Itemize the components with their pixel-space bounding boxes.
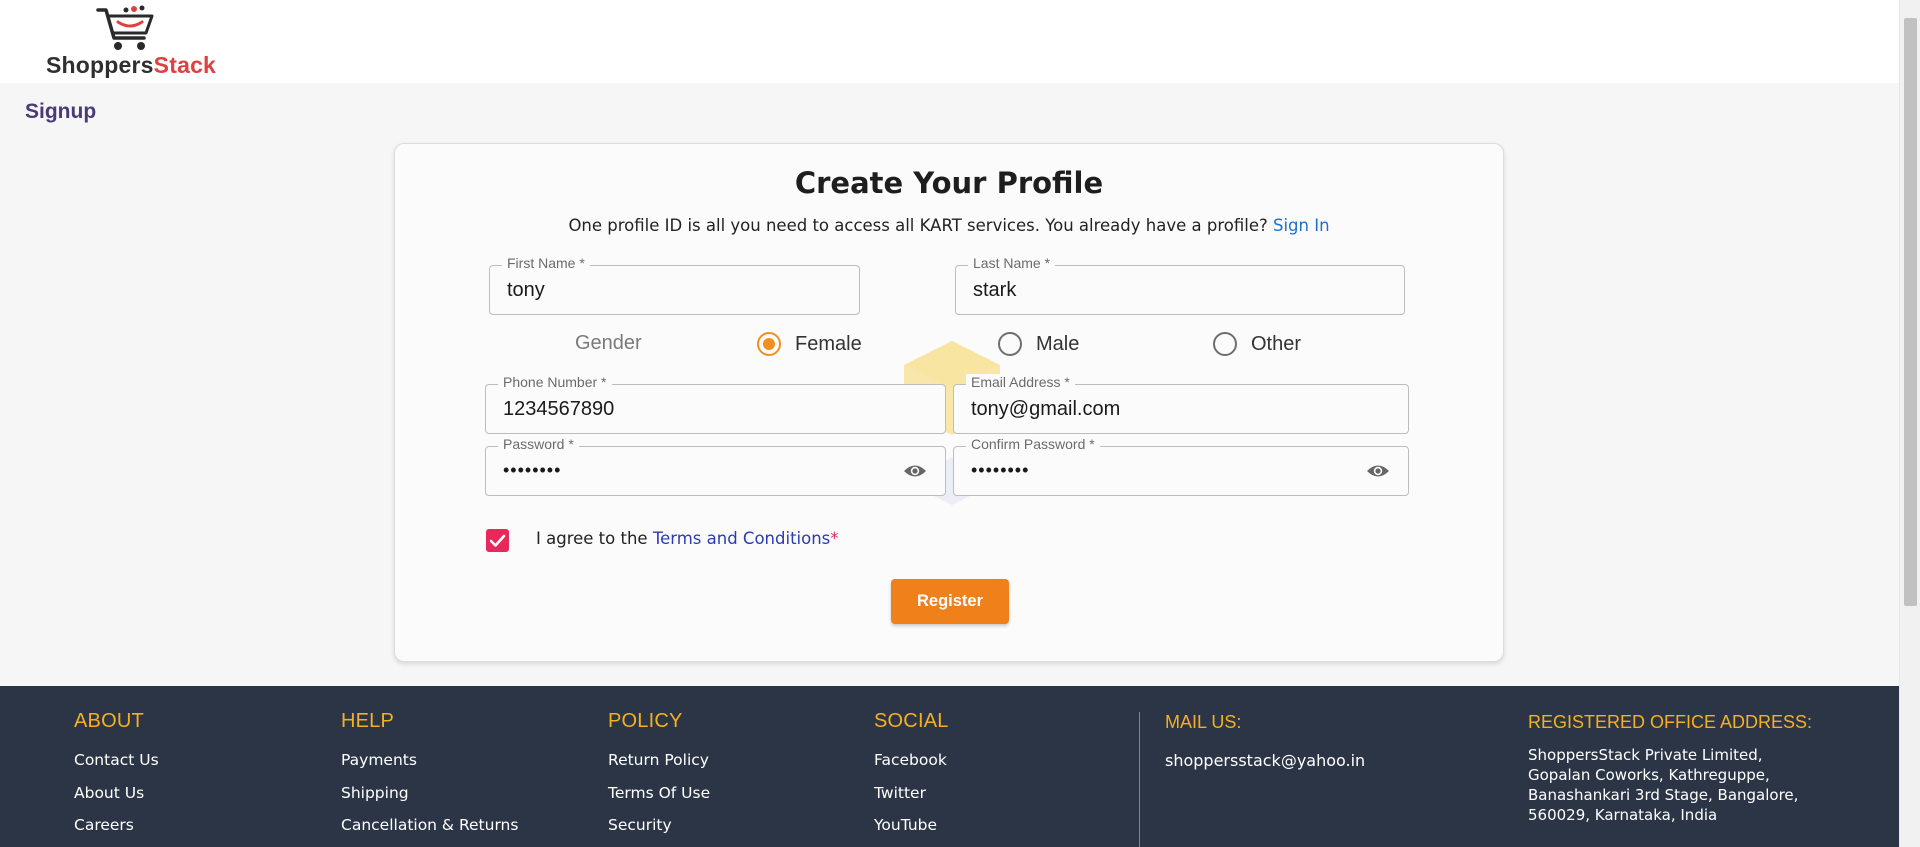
footer-link[interactable]: YouTube bbox=[874, 816, 949, 847]
gender-option-male[interactable]: Male bbox=[998, 329, 1079, 359]
first-name-label: First Name * bbox=[502, 255, 590, 271]
gender-option-other[interactable]: Other bbox=[1213, 329, 1301, 359]
footer-address-column: REGISTERED OFFICE ADDRESS: ShoppersStack… bbox=[1528, 712, 1812, 825]
gender-option-label: Female bbox=[795, 332, 862, 355]
register-button[interactable]: Register bbox=[891, 579, 1009, 624]
email-field[interactable]: Email Address * tony@gmail.com bbox=[953, 374, 1409, 434]
eye-icon[interactable] bbox=[1366, 462, 1390, 480]
logo-text-shoppers: Shoppers bbox=[46, 52, 154, 78]
password-input[interactable]: •••••••• bbox=[503, 460, 870, 481]
last-name-field[interactable]: Last Name * stark bbox=[955, 255, 1405, 315]
form-subtitle: One profile ID is all you need to access… bbox=[395, 216, 1503, 235]
address-line: 560029, Karnataka, India bbox=[1528, 806, 1718, 824]
sign-in-link[interactable]: Sign In bbox=[1273, 216, 1330, 235]
required-mark: * bbox=[830, 529, 839, 548]
footer-link[interactable]: About Us bbox=[74, 784, 159, 817]
page-scrollbar[interactable] bbox=[1899, 0, 1920, 847]
checkmark-icon bbox=[489, 534, 506, 547]
confirm-password-label: Confirm Password * bbox=[966, 436, 1100, 452]
password-label: Password * bbox=[498, 436, 579, 452]
footer-link[interactable]: Security bbox=[608, 816, 710, 847]
footer-mail-address[interactable]: shoppersstack@yahoo.in bbox=[1165, 751, 1365, 770]
gender-option-label: Male bbox=[1036, 332, 1080, 355]
footer-about-column: ABOUT Contact Us About Us Careers bbox=[74, 710, 159, 847]
site-footer: ABOUT Contact Us About Us Careers HELP P… bbox=[0, 686, 1899, 847]
radio-unchecked-icon bbox=[1213, 332, 1237, 356]
gender-label: Gender bbox=[575, 332, 642, 354]
footer-heading: HELP bbox=[341, 710, 395, 732]
footer-link[interactable]: Careers bbox=[74, 816, 159, 847]
phone-number-label: Phone Number * bbox=[498, 374, 612, 390]
confirm-password-input[interactable]: •••••••• bbox=[971, 460, 1334, 481]
logo-wordmark[interactable]: ShoppersStack bbox=[46, 52, 216, 79]
terms-prefix: I agree to the bbox=[536, 529, 648, 548]
footer-link[interactable]: Return Policy bbox=[608, 751, 710, 784]
radio-checked-icon bbox=[757, 332, 781, 356]
footer-mail-column: MAIL US: shoppersstack@yahoo.in bbox=[1165, 712, 1365, 770]
first-name-input[interactable]: tony bbox=[507, 279, 802, 302]
footer-policy-column: POLICY Return Policy Terms Of Use Securi… bbox=[608, 710, 710, 847]
address-line: ShoppersStack Private Limited, bbox=[1528, 746, 1763, 764]
scrollbar-thumb[interactable] bbox=[1904, 18, 1917, 606]
gender-option-label: Other bbox=[1251, 332, 1302, 355]
address-line: Gopalan Coworks, Kathreguppe, bbox=[1528, 766, 1770, 784]
footer-link[interactable]: Shipping bbox=[341, 784, 518, 817]
logo-text-stack: Stack bbox=[153, 52, 217, 78]
footer-heading: SOCIAL bbox=[874, 710, 949, 732]
footer-heading: ABOUT bbox=[74, 710, 144, 732]
footer-divider bbox=[1139, 712, 1140, 847]
phone-number-input[interactable]: 1234567890 bbox=[503, 398, 870, 421]
last-name-label: Last Name * bbox=[968, 255, 1056, 271]
subtitle-text: One profile ID is all you need to access… bbox=[568, 216, 1268, 235]
signup-form-card: Create Your Profile One profile ID is al… bbox=[394, 143, 1504, 662]
phone-number-field[interactable]: Phone Number * 1234567890 bbox=[485, 374, 946, 434]
first-name-field[interactable]: First Name * tony bbox=[489, 255, 860, 315]
footer-help-column: HELP Payments Shipping Cancellation & Re… bbox=[341, 710, 518, 847]
gender-option-female[interactable]: Female bbox=[757, 329, 862, 359]
site-header: ShoppersStack bbox=[0, 0, 1899, 83]
password-field[interactable]: Password * •••••••• bbox=[485, 436, 946, 496]
terms-link[interactable]: Terms and Conditions bbox=[653, 529, 830, 548]
footer-link[interactable]: Cancellation & Returns bbox=[341, 816, 518, 847]
confirm-password-field[interactable]: Confirm Password * •••••••• bbox=[953, 436, 1409, 496]
footer-link[interactable]: Terms Of Use bbox=[608, 784, 710, 817]
form-heading: Create Your Profile bbox=[794, 166, 1104, 200]
page-title: Signup bbox=[25, 100, 97, 123]
footer-link[interactable]: Facebook bbox=[874, 751, 949, 784]
terms-text: I agree to the Terms and Conditions* bbox=[536, 529, 839, 548]
footer-heading: POLICY bbox=[608, 710, 683, 732]
address-line: Banashankari 3rd Stage, Bangalore, bbox=[1528, 786, 1799, 804]
footer-social-column: SOCIAL Facebook Twitter YouTube bbox=[874, 710, 949, 847]
email-label: Email Address * bbox=[966, 374, 1075, 390]
terms-checkbox[interactable] bbox=[486, 529, 509, 552]
cart-logo-icon[interactable] bbox=[96, 4, 158, 52]
email-input[interactable]: tony@gmail.com bbox=[971, 398, 1334, 421]
last-name-input[interactable]: stark bbox=[973, 279, 1331, 302]
footer-link[interactable]: Contact Us bbox=[74, 751, 159, 784]
footer-heading: MAIL US: bbox=[1165, 712, 1242, 732]
eye-icon[interactable] bbox=[903, 462, 927, 480]
footer-heading: REGISTERED OFFICE ADDRESS: bbox=[1528, 712, 1813, 732]
footer-link[interactable]: Payments bbox=[341, 751, 518, 784]
footer-link[interactable]: Twitter bbox=[874, 784, 949, 817]
